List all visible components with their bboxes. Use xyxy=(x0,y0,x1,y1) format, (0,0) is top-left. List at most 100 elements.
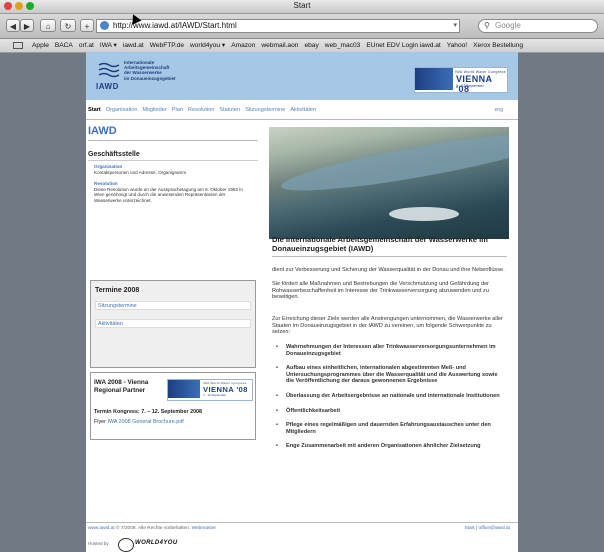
window-title: Start xyxy=(293,1,311,10)
reload-button[interactable]: ↻ xyxy=(60,19,76,32)
bookmark-item[interactable]: Xerox Bestellung xyxy=(473,39,523,52)
bookmark-item[interactable]: EUnet EDV Login iawd.at xyxy=(366,39,440,52)
world4you-logo-text[interactable]: WORLD4YOU xyxy=(135,540,178,546)
goal-list-item: Öffentlichkeitsarbeit xyxy=(276,408,506,415)
footer-start-link[interactable]: Start xyxy=(464,526,474,531)
footer-site-link[interactable]: www.iawd.at xyxy=(88,526,115,531)
search-field[interactable]: ⚲ Google xyxy=(478,19,598,33)
section-heading: Geschäftsstelle xyxy=(88,151,140,158)
footer-left: www.iawd.at © 7/2008. Alle Rechte vorbeh… xyxy=(88,526,216,531)
url-dropdown-icon[interactable]: ▾ xyxy=(453,20,457,32)
aktivitaeten-link[interactable]: Aktivitäten xyxy=(95,319,251,328)
termine-title: Termine 2008 xyxy=(95,287,140,294)
browser-toolbar: ◀ ▶ ⌂ ↻ + http://www.iawd.at/IAWD/Start.… xyxy=(0,14,604,39)
bookmark-item[interactable]: world4you ▾ xyxy=(190,39,225,52)
heading-divider xyxy=(88,140,258,141)
footer-copyright: © 7/2008. Alle Rechte vorbehalten. xyxy=(116,526,191,531)
main-title: Die Internationale Arbeitsgemeinschaft d… xyxy=(272,235,488,253)
banner-date-text: 7 - 12 September xyxy=(456,84,484,88)
nav-item-organisation[interactable]: Organisation xyxy=(106,107,138,113)
world4you-logo-icon[interactable] xyxy=(118,538,134,552)
reload-icon: ↻ xyxy=(64,22,72,31)
nav-divider xyxy=(86,119,518,120)
nav-item-plan[interactable]: Plan xyxy=(172,107,183,113)
search-icon: ⚲ xyxy=(484,21,490,30)
back-button[interactable]: ◀ xyxy=(6,19,20,32)
logo-line: im Donaueinzugsgebiet xyxy=(124,75,176,81)
home-icon: ⌂ xyxy=(45,22,51,31)
bookmark-item[interactable]: ebay xyxy=(304,39,318,52)
termine-box: Termine 2008 Sitzungstermine Aktivitäten xyxy=(90,280,256,368)
bookmark-item[interactable]: web_mac03 xyxy=(325,39,361,52)
main-paragraph-3: Zur Erreichung dieser Ziele werden alle … xyxy=(272,316,503,336)
goal-list-item: Wahrnehmungen der Interessen aller Trink… xyxy=(276,344,506,357)
iwa-box: IWA 2008 - Vienna Regional Partner IWA W… xyxy=(90,372,256,440)
bookmarks-bar: Apple BACA orf.at IWA ▾ iawd.at WebFTP.de worl… xyxy=(0,39,604,53)
forward-arrow-icon: ▶ xyxy=(23,22,31,31)
bookmark-item[interactable]: iawd.at xyxy=(123,39,144,52)
bookmark-item[interactable]: IWA ▾ xyxy=(100,39,117,52)
goal-list-item: Aufbau eines einheitlichen, internationa… xyxy=(276,365,506,385)
bookmark-item[interactable]: webmail.aon xyxy=(261,39,298,52)
nav-item-start[interactable]: Start xyxy=(88,107,101,113)
banner-graphic xyxy=(415,68,453,90)
search-placeholder: Google xyxy=(495,21,521,30)
flyer-label: Flyer xyxy=(94,419,106,425)
nav-english-link[interactable]: eng xyxy=(495,107,503,113)
footer-right: Start | office@iawd.at xyxy=(464,526,510,531)
site-nav: Start Organisation Mitglieder Plan Resolutio… xyxy=(86,107,518,117)
nav-item-sitzungstermine[interactable]: Sitzungstermine xyxy=(245,107,285,113)
goals-list: Wahrnehmungen der Interessen aller Trink… xyxy=(276,344,506,458)
bookmark-item[interactable]: Yahoo! xyxy=(447,39,467,52)
iwa-flyer: Flyer IWA 2008 General Brochure.pdf xyxy=(94,419,184,425)
resolution-text: Diese Resolution wurde an der Aussprache… xyxy=(94,187,243,203)
iwa-vienna-banner[interactable]: IWA World Water Congress VIENNA '08 7 - … xyxy=(167,379,253,401)
goal-list-item: Pflege eines regelmäßigen und dauernden … xyxy=(276,422,506,435)
island-shape xyxy=(389,207,459,221)
logo-text: Internationale Arbeitsgemeinschaft der W… xyxy=(124,60,204,81)
nav-item-mitglieder[interactable]: Mitglieder xyxy=(142,107,166,113)
footer-divider xyxy=(86,522,518,523)
home-button[interactable]: ⌂ xyxy=(40,19,56,32)
main-title-divider xyxy=(272,256,507,257)
forward-button[interactable]: ▶ xyxy=(20,19,34,32)
nav-item-resolution[interactable]: Resolution xyxy=(188,107,214,113)
banner-date-text: 7 - 12 September xyxy=(203,393,227,397)
main-paragraph-2: Sie fördert alle Maßnahmen und Bestrebun… xyxy=(272,281,490,301)
goal-list-item: Enge Zusammenarbeit mit anderen Organisa… xyxy=(276,443,506,450)
bookmark-item[interactable]: orf.at xyxy=(79,39,94,52)
main-paragraph-1: dient zur Verbesserung und Sicherung der… xyxy=(272,267,505,273)
bookmark-item[interactable]: Apple xyxy=(32,39,49,52)
add-bookmark-button[interactable]: + xyxy=(80,19,94,32)
bookmarks-book-icon[interactable] xyxy=(13,42,23,49)
footer-email-link[interactable]: office@iawd.at xyxy=(479,526,510,531)
nav-item-statuten[interactable]: Statuten xyxy=(219,107,240,113)
flyer-pdf-link[interactable]: IWA 2008 General Brochure.pdf xyxy=(107,419,183,425)
iwa-title: IWA 2008 - Vienna Regional Partner xyxy=(94,379,149,394)
footer-separator: | xyxy=(475,526,478,531)
organisation-link[interactable]: Organisation xyxy=(94,164,122,169)
nav-items: Start Organisation Mitglieder Plan Resolutio… xyxy=(88,107,316,113)
river-shape xyxy=(278,127,509,202)
vienna-08-banner[interactable]: IWA World Water Congress VIENNA '08 7 - … xyxy=(414,67,508,94)
bookmark-item[interactable]: Amazon xyxy=(231,39,255,52)
hosted-by-label: Hosted by xyxy=(88,541,109,546)
banner-graphic xyxy=(168,380,200,398)
window-titlebar: Start xyxy=(0,0,604,14)
address-bar[interactable]: http://www.iawd.at/IAWD/Start.html ▾ xyxy=(96,19,460,33)
nav-item-aktivitaeten[interactable]: Aktivitäten xyxy=(290,107,316,113)
plus-icon: + xyxy=(84,22,90,31)
sitzungstermine-link[interactable]: Sitzungstermine xyxy=(95,301,251,310)
bookmark-item[interactable]: BACA xyxy=(55,39,73,52)
logo-acronym: IAWD xyxy=(96,82,119,91)
footer-webmaster-link[interactable]: Webmaster xyxy=(192,526,216,531)
danube-aerial-photo xyxy=(269,127,509,239)
bookmark-item[interactable]: WebFTP.de xyxy=(150,39,184,52)
iwa-dates: Termin Kongress: 7. – 12. September 2008 xyxy=(94,409,203,415)
web-page: Internationale Arbeitsgemeinschaft der W… xyxy=(86,52,518,552)
resolution-link[interactable]: Resolution xyxy=(94,181,118,186)
site-header: Internationale Arbeitsgemeinschaft der W… xyxy=(86,52,518,100)
organisation-text: Kontaktpersonen und Adresse, Organigramm xyxy=(94,170,187,175)
waves-logo-icon xyxy=(98,62,120,78)
bookmark-list: Apple BACA orf.at IWA ▾ iawd.at WebFTP.de worl… xyxy=(32,39,523,52)
